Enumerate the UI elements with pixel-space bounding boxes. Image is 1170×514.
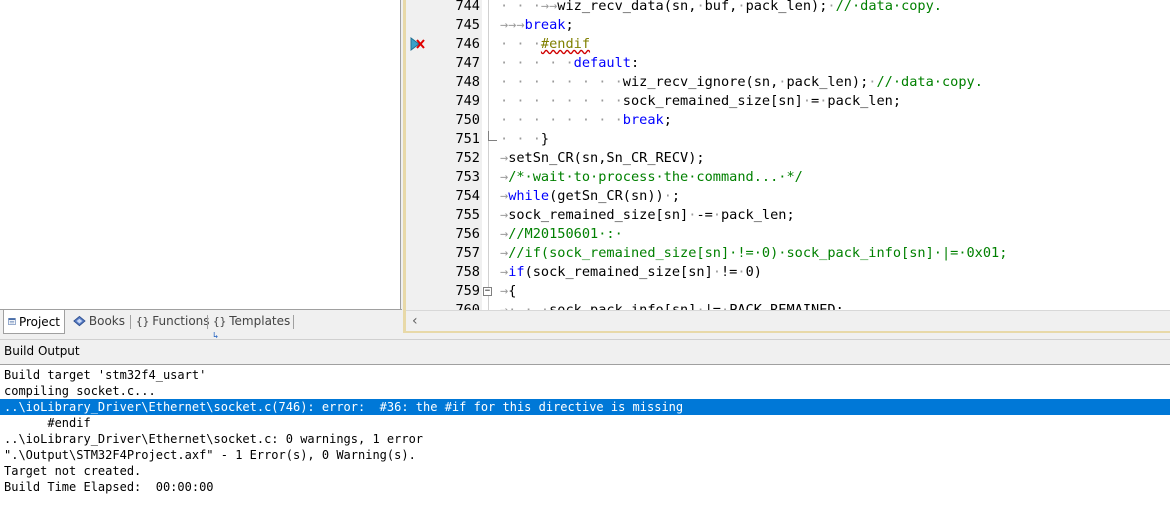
build-output-line[interactable]: Build target 'stm32f4_usart' [0, 367, 1170, 383]
code-line[interactable]: 749 · · · · · · · ·sock_remained_size[sn]… [406, 92, 1170, 111]
code-text: · · ·→→wiz_recv_data(sn,·buf,·pack_len);… [500, 0, 942, 14]
line-number: 749 [455, 93, 480, 109]
tab-separator [293, 315, 294, 329]
build-output-line[interactable]: #endif [0, 415, 1170, 431]
fold-collapse-icon[interactable]: − [483, 287, 492, 296]
line-number: 753 [455, 169, 480, 185]
tab-separator [207, 315, 208, 329]
code-text: →sock_remained_size[sn]·-=·pack_len; [500, 207, 795, 223]
fold-end-marker [488, 131, 497, 141]
code-text: · · · · · · · ·wiz_recv_ignore(sn,·pack_… [500, 74, 983, 90]
project-window[interactable] [0, 0, 401, 309]
code-line[interactable]: 748 · · · · · · · ·wiz_recv_ignore(sn,·pa… [406, 73, 1170, 92]
code-text: →//M20150601·:· [500, 226, 623, 242]
code-line[interactable]: 746 · · ·#endif [406, 35, 1170, 54]
line-number: 754 [455, 188, 480, 204]
line-number: 748 [455, 74, 480, 90]
code-text: →while(getSn_CR(sn))·; [500, 188, 681, 204]
code-line[interactable]: 753 →/*·wait·to·process·the·command...·*/ [406, 168, 1170, 187]
line-number: 744 [455, 0, 480, 14]
horizontal-scrollbar[interactable]: ‹ [406, 310, 1170, 331]
code-text: · · · · ·default: [500, 55, 640, 71]
code-line[interactable]: 754 →while(getSn_CR(sn))·; [406, 187, 1170, 206]
line-number: 751 [455, 131, 480, 147]
tab-separator [130, 315, 131, 329]
code-line[interactable]: 757 →//if(sock_remained_size[sn]·!=·0)·so… [406, 244, 1170, 263]
code-text: · · · · · · · ·sock_remained_size[sn]·=·… [500, 93, 902, 109]
line-number: 758 [455, 264, 480, 280]
build-output-line[interactable]: Target not created. [0, 463, 1170, 479]
tab-functions-label: Functions [152, 314, 210, 328]
line-number: 750 [455, 112, 480, 128]
code-line[interactable]: 751 · · ·} [406, 130, 1170, 149]
code-text: →{ [500, 283, 517, 299]
tab-project[interactable]: Project [3, 310, 65, 334]
line-number: 760 [455, 302, 480, 310]
code-line[interactable]: 752 →setSn_CR(sn,Sn_CR_RECV); [406, 149, 1170, 168]
books-icon [73, 315, 86, 326]
line-number: 759 [455, 283, 480, 299]
code-line[interactable]: 755 →sock_remained_size[sn]·-=·pack_len; [406, 206, 1170, 225]
code-text: · · · · · · · ·break; [500, 112, 672, 128]
tab-books-label: Books [88, 314, 125, 328]
code-text: →if(sock_remained_size[sn]·!=·0) [500, 264, 762, 280]
line-number: 747 [455, 55, 480, 71]
code-line[interactable]: 760 →· · ·sock_pack_info[sn]·|=·PACK_REMA… [406, 301, 1170, 310]
code-text: →//if(sock_remained_size[sn]·!=·0)·sock_… [500, 245, 1008, 261]
tab-functions[interactable]: {} Functions [132, 310, 210, 332]
code-text: →/*·wait·to·process·the·command...·*/ [500, 169, 803, 185]
code-line[interactable]: 744 · · ·→→wiz_recv_data(sn,·buf,·pack_le… [406, 0, 1170, 16]
line-number: 752 [455, 150, 480, 166]
build-output-title: Build Output [4, 344, 80, 358]
code-line[interactable]: 759 →{ [406, 282, 1170, 301]
code-line[interactable]: 747 · · · · ·default: [406, 54, 1170, 73]
build-error-line[interactable]: ..\ioLibrary_Driver\Ethernet\socket.c(74… [0, 399, 1170, 415]
templates-icon: {}↳ [213, 314, 227, 341]
functions-icon: {} [136, 314, 150, 328]
code-editor[interactable]: 744 · · ·→→wiz_recv_data(sn,·buf,·pack_le… [406, 0, 1170, 310]
tab-project-label: Project [18, 314, 60, 329]
line-number: 757 [455, 245, 480, 261]
tab-templates-label: Templates [229, 314, 291, 328]
code-text: · · ·#endif [500, 36, 591, 52]
code-text: →setSn_CR(sn,Sn_CR_RECV); [500, 150, 705, 166]
line-number: 745 [455, 17, 480, 33]
tab-templates[interactable]: {}↳ Templates [209, 310, 291, 341]
code-line[interactable]: 756 →//M20150601·:· [406, 225, 1170, 244]
project-tab-bar: Project Books {} Functions {}↳ Templates [0, 309, 402, 341]
line-number: 746 [455, 36, 480, 52]
code-line[interactable]: 745 →→→break; [406, 16, 1170, 35]
line-number: 756 [455, 226, 480, 242]
build-output-line[interactable]: compiling socket.c... [0, 383, 1170, 399]
project-icon [8, 318, 16, 325]
scroll-left-icon[interactable]: ‹ [412, 313, 418, 329]
code-text: →· · ·sock_pack_info[sn]·|=·PACK_REMAINE… [500, 302, 844, 310]
code-line[interactable]: 750 · · · · · · · ·break; [406, 111, 1170, 130]
code-text: →→→break; [500, 17, 574, 33]
code-line[interactable]: 758 →if(sock_remained_size[sn]·!=·0) [406, 263, 1170, 282]
build-output-header: Build Output [0, 339, 1170, 365]
line-number: 755 [455, 207, 480, 223]
build-output-line[interactable]: Build Time Elapsed: 00:00:00 [0, 479, 1170, 495]
build-output-panel[interactable]: Build target 'stm32f4_usart' compiling so… [0, 365, 1170, 514]
build-output-line[interactable]: ..\ioLibrary_Driver\Ethernet\socket.c: 0… [0, 431, 1170, 447]
build-output-line[interactable]: ".\Output\STM32F4Project.axf" - 1 Error(… [0, 447, 1170, 463]
code-text: · · ·} [500, 131, 550, 147]
tab-books[interactable]: Books [69, 310, 129, 332]
